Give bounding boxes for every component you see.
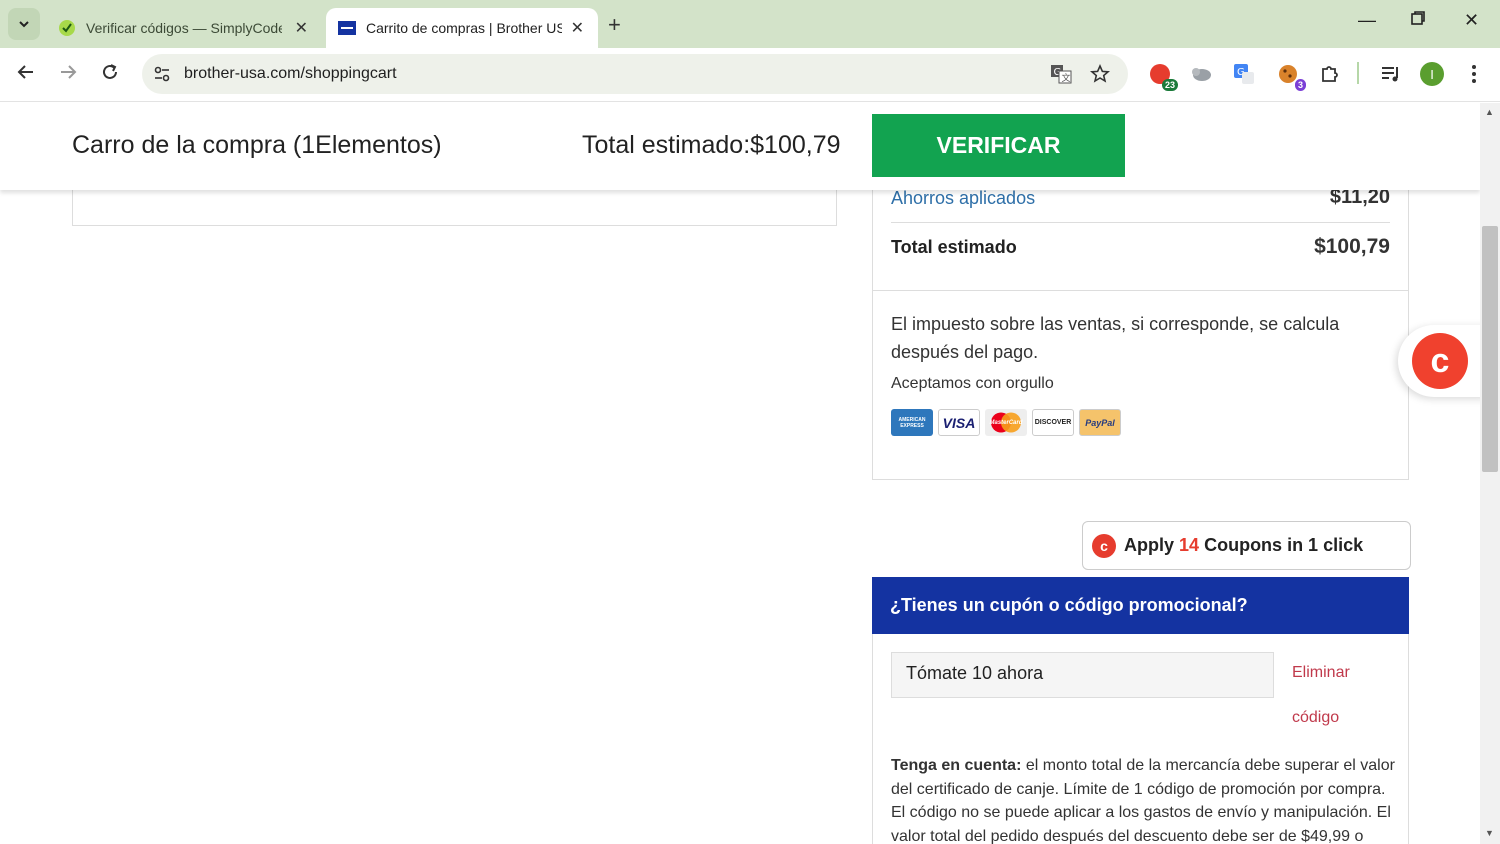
translate-icon[interactable]: G文 <box>1050 64 1072 89</box>
simplycodes-logo-icon: c <box>1092 533 1116 558</box>
savings-label[interactable]: Ahorros aplicados <box>891 188 1035 209</box>
minimize-icon[interactable]: — <box>1358 10 1376 31</box>
simplycodes-extension-icon[interactable]: 23 <box>1148 62 1178 91</box>
scroll-down-icon[interactable]: ▼ <box>1485 828 1494 838</box>
amex-card-icon: AMERICAN EXPRESS <box>891 409 933 436</box>
cookie-extension-icon[interactable]: 3 <box>1276 62 1306 91</box>
extensions-puzzle-icon[interactable] <box>1318 62 1342 86</box>
visa-card-icon: VISA <box>938 409 980 436</box>
scroll-thumb[interactable] <box>1482 226 1498 472</box>
tab-title: Verificar códigos — SimplyCodes <box>86 20 282 36</box>
page-content: Ahorros aplicados $11,20 Total estimado … <box>0 103 1480 844</box>
scrollbar[interactable]: ▲ ▼ <box>1480 103 1500 844</box>
chevron-down-icon <box>19 21 29 28</box>
tab-title: Carrito de compras | Brother USA <box>366 20 562 36</box>
discover-card-icon: DISCOVER <box>1032 409 1074 436</box>
extension-badge: 23 <box>1161 79 1178 91</box>
menu-kebab-icon[interactable] <box>1462 62 1486 86</box>
toolbar-divider <box>1357 62 1359 84</box>
simplycodes-floating-button[interactable]: c <box>1398 325 1480 397</box>
close-window-icon[interactable]: ✕ <box>1464 10 1479 31</box>
accept-label: Aceptamos con orgullo <box>891 375 1054 392</box>
promo-section: Tómate 10 ahora Eliminar código Tenga en… <box>872 634 1409 844</box>
svg-text:文: 文 <box>1062 72 1071 84</box>
back-icon[interactable] <box>16 62 36 88</box>
order-summary: Ahorros aplicados $11,20 Total estimado … <box>872 163 1409 480</box>
browser-toolbar: brother-usa.com/shoppingcart G文 23 G 3 I <box>0 48 1500 102</box>
sticky-cart-header: Carro de la compra (1Elementos) Total es… <box>0 103 1480 190</box>
apply-coupons-label: Apply 14 Coupons in 1 click <box>1124 535 1364 555</box>
tab-bar: Verificar códigos — SimplyCodes ✕ Carrit… <box>0 0 1500 48</box>
promo-notice: Tenga en cuenta: el monto total de la me… <box>891 757 1395 844</box>
simplycodes-logo-icon: c <box>1412 333 1468 389</box>
estimated-total: Total estimado:$100,79 <box>582 131 841 159</box>
tax-note: El impuesto sobre las ventas, si corresp… <box>891 314 1340 362</box>
elephant-extension-icon[interactable] <box>1190 62 1214 86</box>
url-text: brother-usa.com/shoppingcart <box>184 65 397 82</box>
close-tab-icon[interactable]: ✕ <box>295 18 308 38</box>
tab-search-button[interactable] <box>8 8 40 40</box>
brother-favicon-icon <box>338 19 356 37</box>
restore-icon[interactable] <box>1410 10 1426 31</box>
extension-badge: 3 <box>1294 79 1306 91</box>
google-translate-extension-icon[interactable]: G <box>1232 62 1256 86</box>
media-control-icon[interactable] <box>1378 62 1402 86</box>
profile-avatar[interactable]: I <box>1420 62 1444 86</box>
site-info-icon[interactable] <box>152 64 172 84</box>
apply-coupons-button[interactable]: c Apply 14 Coupons in 1 click <box>1082 521 1411 570</box>
new-tab-icon[interactable]: + <box>608 12 621 38</box>
simplycodes-favicon-icon <box>58 19 76 37</box>
payment-cards: AMERICAN EXPRESS VISA MasterCard DISCOVE… <box>891 409 1121 436</box>
bookmark-star-icon[interactable] <box>1090 64 1110 89</box>
avatar-initial: I <box>1420 62 1444 86</box>
tab-brother-cart[interactable]: Carrito de compras | Brother USA ✕ <box>326 8 598 48</box>
divider <box>891 222 1390 223</box>
promo-heading[interactable]: ¿Tienes un cupón o código promocional? <box>872 577 1409 634</box>
paypal-card-icon: PayPal <box>1079 409 1121 436</box>
address-bar[interactable]: brother-usa.com/shoppingcart G文 <box>142 54 1128 94</box>
mastercard-card-icon: MasterCard <box>985 409 1027 436</box>
promo-code-field[interactable]: Tómate 10 ahora <box>891 652 1274 698</box>
remove-code-link[interactable]: Eliminar código <box>1292 650 1372 740</box>
close-tab-icon[interactable]: ✕ <box>571 18 584 38</box>
divider <box>873 290 1408 291</box>
tab-simplycodes[interactable]: Verificar códigos — SimplyCodes ✕ <box>46 8 322 48</box>
total-value: $100,79 <box>1314 235 1390 258</box>
forward-icon[interactable] <box>58 62 78 88</box>
total-label: Total estimado <box>891 237 1017 257</box>
cart-title: Carro de la compra (1Elementos) <box>72 131 442 159</box>
reload-icon[interactable] <box>100 62 120 88</box>
scroll-up-icon[interactable]: ▲ <box>1485 107 1494 117</box>
verify-button[interactable]: VERIFICAR <box>872 114 1125 177</box>
